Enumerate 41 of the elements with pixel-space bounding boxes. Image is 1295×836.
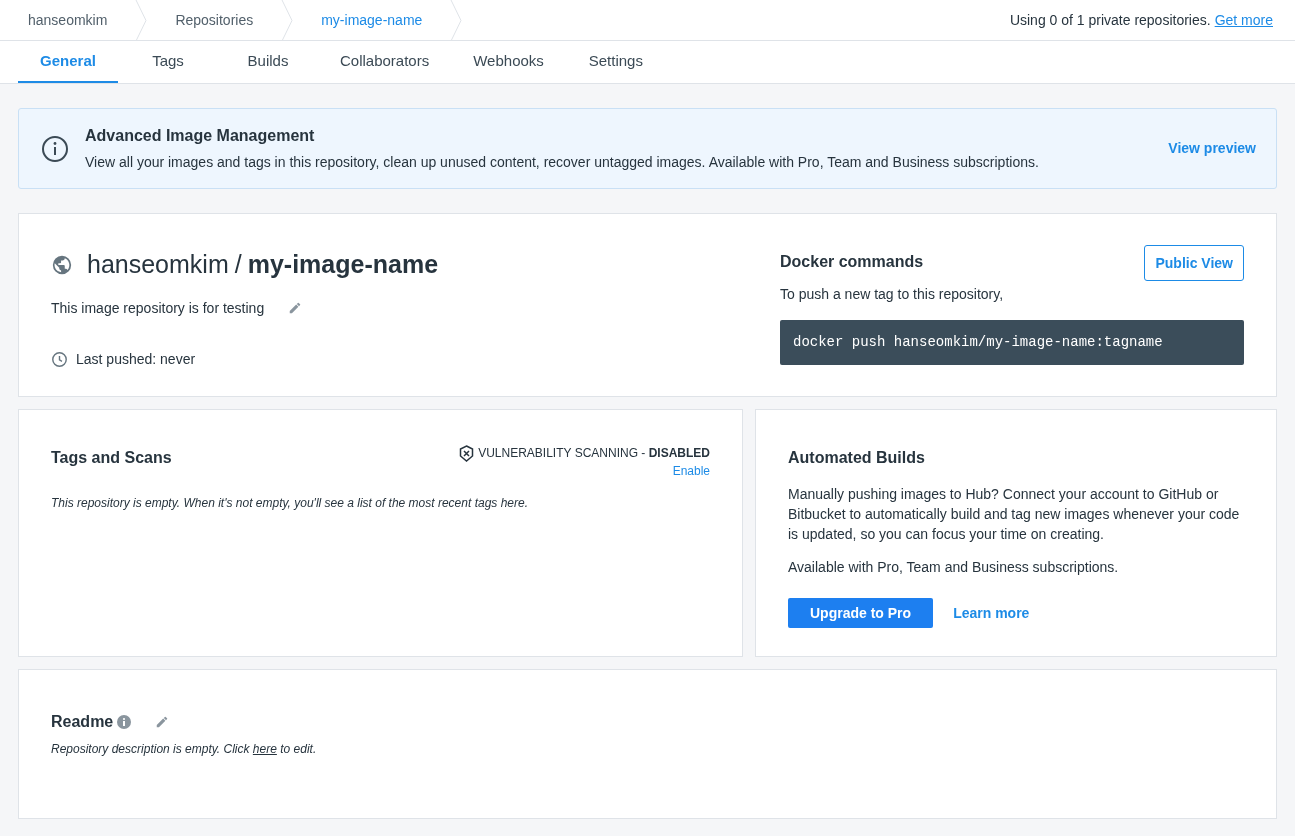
tab[interactable]: Webhooks	[451, 41, 566, 83]
docker-commands-title: Docker commands	[780, 252, 924, 272]
breadcrumb-link[interactable]: Repositories	[147, 9, 282, 31]
enable-link[interactable]: Enable	[672, 462, 710, 480]
empty-tags-message: This repository is empty. When it's not empty, you'll see a list of the most recent tags here.	[51, 495, 529, 512]
repository-owner: hanseomkim	[87, 249, 229, 280]
clock-icon	[51, 350, 68, 368]
repository-name: my-image-name	[247, 249, 439, 280]
info-icon	[117, 715, 132, 729]
get-more-link[interactable]: Get more	[1214, 9, 1273, 31]
push-hint-text: To push a new tag to this repository,	[780, 285, 1005, 304]
upgrade-button[interactable]: Upgrade to Pro	[788, 598, 934, 628]
info-icon	[41, 134, 69, 163]
pencil-icon[interactable]	[288, 301, 303, 315]
shield-x-icon	[459, 444, 475, 462]
public-view-button[interactable]: Public View	[1144, 245, 1244, 281]
breadcrumb-link[interactable]: hanseomkim	[0, 9, 136, 31]
repository-description: This image repository is for testing	[51, 298, 265, 318]
tab[interactable]: Builds	[218, 41, 318, 83]
separator: /	[234, 249, 242, 280]
tab[interactable]: Settings	[565, 41, 666, 83]
usage-text: Using 0 of 1 private repositories.	[1009, 10, 1211, 30]
banner-text: View all your images and tags in this repository, clean up unused content, recover untagged images. Available with Pro, Team and Business subscriptions.	[85, 153, 1040, 172]
automated-builds-title: Automated Builds	[788, 448, 926, 468]
vulnerability-scanning-status: VULNERABILITY SCANNING - DISABLED	[478, 445, 710, 462]
tab[interactable]: Collaborators	[318, 41, 452, 83]
globe-icon	[51, 253, 73, 276]
readme-title: Readme	[51, 712, 114, 732]
automated-builds-text: Manually pushing images to Hub? Connect your account to GitHub or Bitbucket to automatically build and tag new images whenever your code is updated, so you can focus your time on creating.	[788, 485, 1241, 544]
learn-more-link[interactable]: Learn more	[953, 602, 1030, 624]
last-pushed-text: Last pushed: never	[76, 349, 196, 369]
empty-readme-message: Repository description is empty. Click here to edit.	[51, 741, 318, 758]
tags-and-scans-title: Tags and Scans	[51, 448, 172, 468]
docker-command: docker push hanseomkim/my-image-name:tagname	[780, 320, 1244, 365]
edit-link[interactable]: here	[252, 742, 277, 756]
availability-text: Available with Pro, Team and Business subscriptions.	[788, 558, 1120, 577]
banner-title: Advanced Image Management	[85, 126, 316, 146]
breadcrumb-link[interactable]: my-image-name	[293, 9, 451, 31]
tab[interactable]: Tags	[118, 41, 218, 83]
tab[interactable]: General	[18, 41, 118, 83]
pencil-icon[interactable]	[155, 715, 170, 729]
